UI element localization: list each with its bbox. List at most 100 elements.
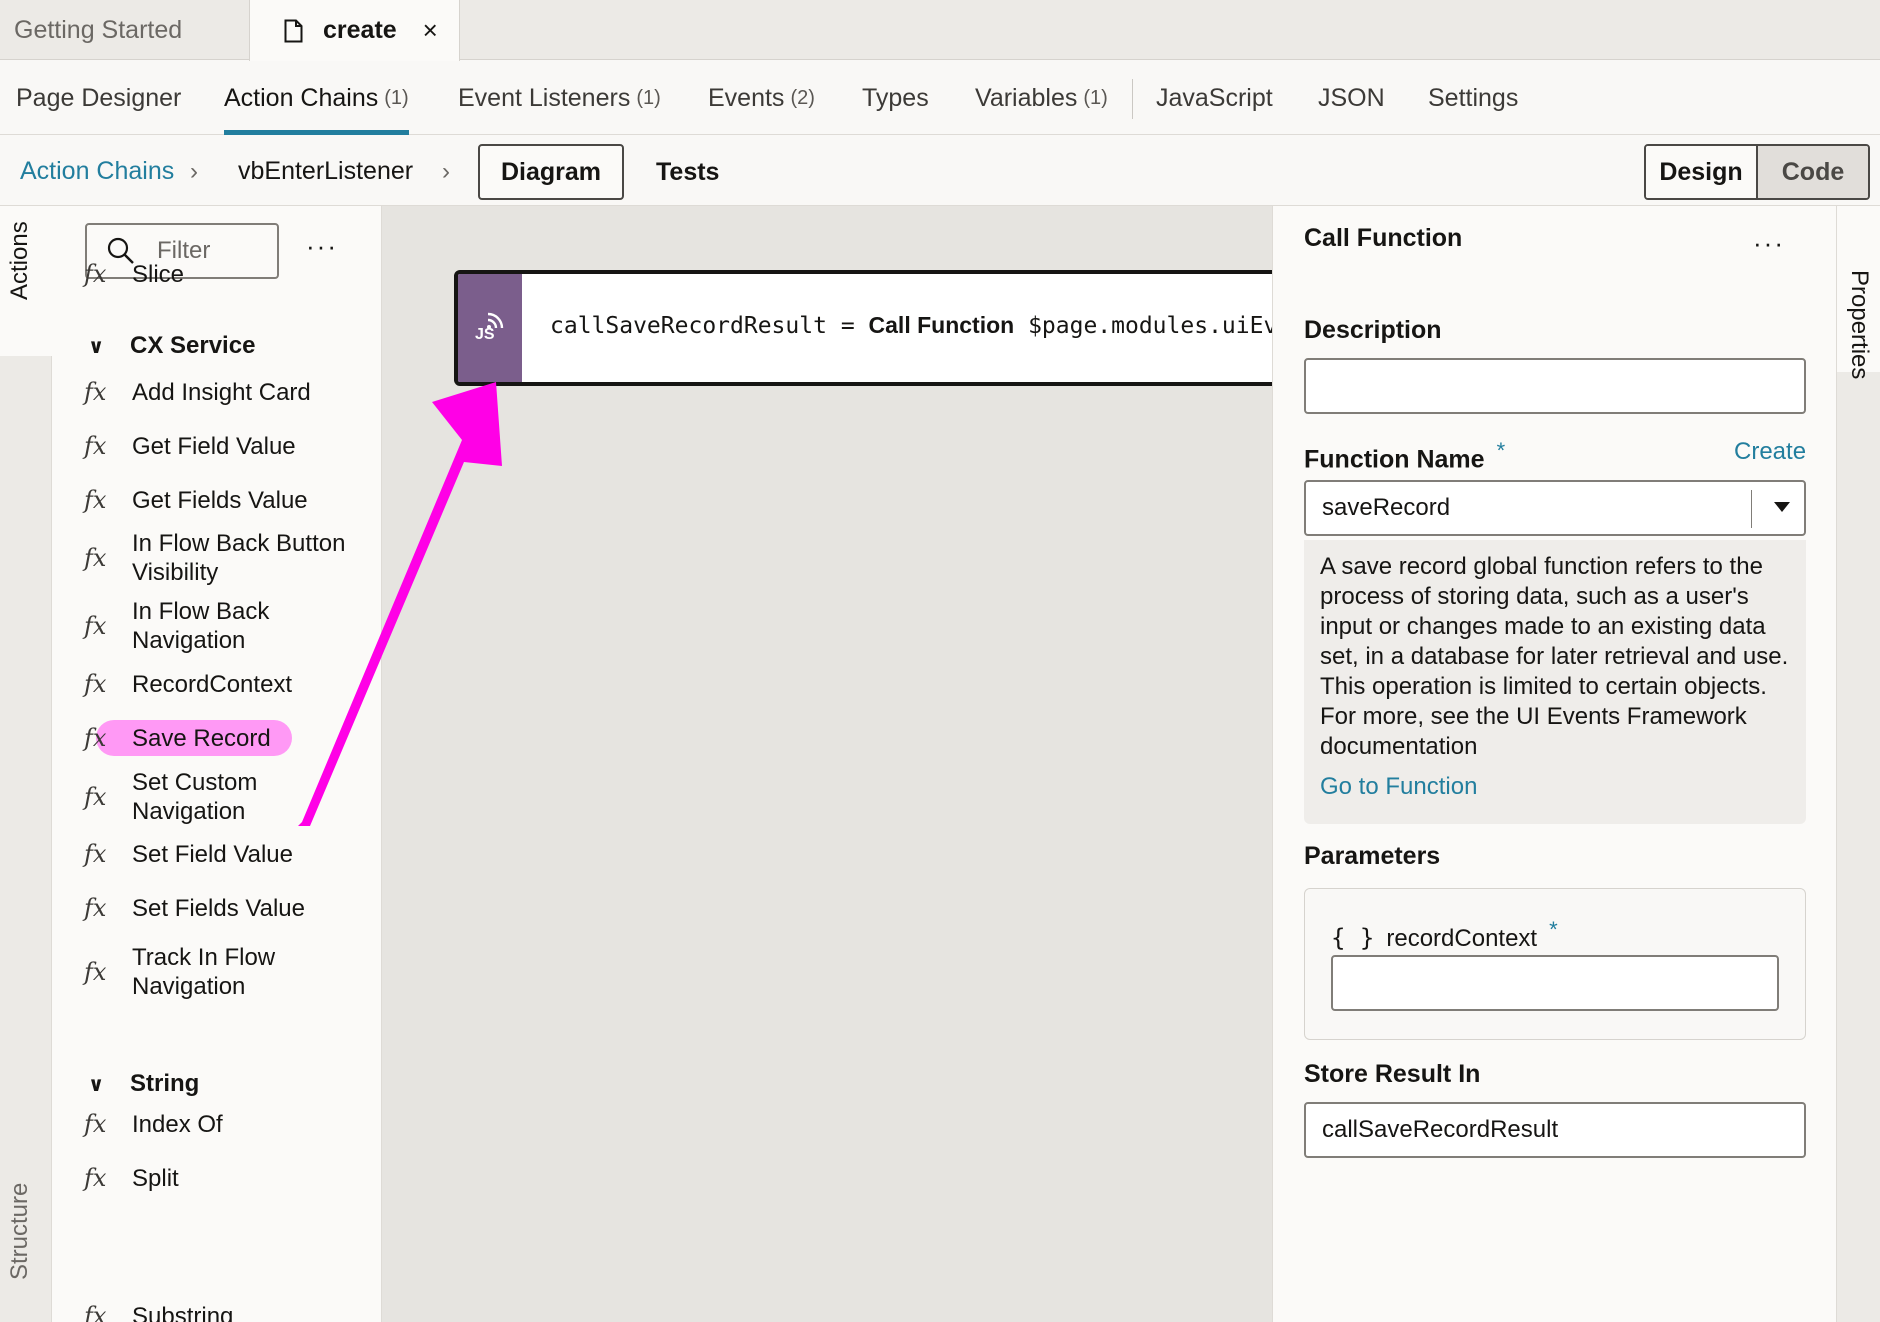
action-item-index-of[interactable]: fx Index Of (84, 1110, 374, 1139)
file-tab-create[interactable]: create × (250, 0, 460, 61)
editor-tab-bar: Page Designer Action Chains (1) Event Lis… (0, 61, 1880, 135)
group-label: String (130, 1070, 200, 1097)
design-code-toggle: Design Code (1644, 144, 1870, 200)
tab-variables[interactable]: Variables (1) (975, 61, 1108, 135)
action-item-track-in-flow-navigation[interactable]: fx Track In Flow Navigation (84, 943, 324, 1001)
rail-tab-properties[interactable]: Properties (1837, 206, 1880, 379)
properties-panel: Call Function ··· Description Function N… (1272, 206, 1836, 1322)
action-item-label: Index Of (132, 1111, 223, 1138)
action-item-in-flow-back-navigation[interactable]: fx In Flow Back Navigation (84, 597, 324, 655)
tab-javascript[interactable]: JavaScript (1156, 61, 1273, 135)
group-label: CX Service (130, 332, 256, 359)
tab-json[interactable]: JSON (1318, 61, 1385, 135)
function-icon: fx (84, 378, 107, 406)
more-options-icon[interactable]: ··· (306, 231, 338, 262)
tab-label: Action Chains (224, 83, 379, 112)
description-input[interactable] (1304, 358, 1806, 414)
tab-label: Settings (1428, 83, 1519, 112)
js-label: JS (475, 326, 495, 343)
panel-title: Call Function (1304, 224, 1463, 252)
node-target: $page.modules.uiEvents (1028, 313, 1272, 339)
right-rail: Properties (1836, 206, 1880, 1322)
function-icon: fx (84, 1164, 107, 1192)
diagram-canvas[interactable]: JS callSaveRecordResult = Call Function … (382, 206, 1272, 1322)
action-item-split[interactable]: fx Split (84, 1164, 374, 1193)
param-name: recordContext (1386, 925, 1538, 952)
action-item-label: In Flow Back Navigation (132, 598, 270, 654)
caret-down-icon[interactable] (1774, 502, 1790, 512)
diagram-button[interactable]: Diagram (478, 144, 624, 200)
tab-action-chains[interactable]: Action Chains (1) (224, 61, 409, 135)
code-button[interactable]: Code (1758, 146, 1868, 198)
tab-label: JSON (1318, 83, 1385, 112)
function-name-value: saveRecord (1322, 494, 1451, 521)
action-item-label: Set Field Value (132, 841, 293, 868)
rail-tab-actions[interactable]: Actions (0, 206, 52, 356)
param-label: { } recordContext * (1331, 917, 1558, 953)
function-icon: fx (84, 957, 107, 986)
tab-count: (2) (790, 86, 815, 109)
more-options-icon[interactable]: ··· (1753, 228, 1785, 259)
tab-event-listeners[interactable]: Event Listeners (1) (458, 61, 661, 135)
breadcrumb-current[interactable]: vbEnterListener (238, 136, 413, 206)
action-item-label: Save Record (132, 725, 271, 752)
action-item-get-field-value[interactable]: fx Get Field Value (84, 432, 374, 461)
action-item-substring[interactable]: fx Substring (84, 1302, 374, 1322)
app-window: Getting Started create × Page Designer A… (0, 0, 1880, 1322)
action-item-set-fields-value[interactable]: fx Set Fields Value (84, 894, 374, 923)
action-item-in-flow-back-button-visibility[interactable]: fx In Flow Back Button Visibility (84, 529, 354, 587)
function-icon: fx (84, 670, 107, 698)
node-action: Call Function (868, 312, 1015, 338)
action-item-add-insight-card[interactable]: fx Add Insight Card (84, 378, 374, 407)
function-name-select[interactable]: saveRecord (1304, 480, 1806, 536)
action-item-get-fields-value[interactable]: fx Get Fields Value (84, 486, 374, 515)
action-item-set-field-value[interactable]: fx Set Field Value (84, 840, 374, 869)
action-item-save-record[interactable]: fx Save Record (84, 720, 374, 756)
go-to-function-link[interactable]: Go to Function (1320, 772, 1790, 802)
action-item-label: Add Insight Card (132, 379, 311, 406)
chevron-right-icon: › (442, 158, 450, 185)
select-divider (1751, 490, 1752, 528)
chevron-right-icon: › (190, 158, 198, 185)
call-function-node[interactable]: JS callSaveRecordResult = Call Function … (454, 270, 1272, 386)
action-item-slice[interactable]: fx Slice (84, 260, 374, 289)
description-label: Description (1304, 316, 1442, 344)
tab-types[interactable]: Types (862, 61, 929, 135)
action-item-recordcontext[interactable]: fx RecordContext (84, 670, 374, 699)
function-icon: fx (84, 432, 107, 460)
left-rail: Actions Structure (0, 206, 52, 1322)
chevron-down-icon: ∨ (88, 1073, 105, 1096)
node-result-var: callSaveRecordResult (550, 313, 827, 339)
chevron-down-icon: ∨ (88, 335, 105, 358)
tab-page-designer[interactable]: Page Designer (16, 61, 181, 135)
tests-button[interactable]: Tests (656, 144, 719, 200)
action-item-label: Split (132, 1165, 179, 1192)
tab-count: (1) (636, 86, 661, 109)
parameters-box: { } recordContext * (1304, 888, 1806, 1040)
action-item-set-custom-navigation[interactable]: fx Set Custom Navigation (84, 768, 324, 826)
function-icon: fx (84, 611, 107, 640)
tab-label: Variables (975, 83, 1078, 112)
action-item-label: Get Fields Value (132, 487, 308, 514)
function-icon: fx (84, 894, 107, 922)
function-name-label-text: Function Name (1304, 445, 1485, 474)
group-header-cx-service[interactable]: ∨ CX Service (88, 332, 255, 360)
action-item-label: Set Custom Navigation (132, 769, 258, 825)
parameters-label: Parameters (1304, 842, 1441, 870)
tab-settings[interactable]: Settings (1428, 61, 1518, 135)
design-button[interactable]: Design (1646, 146, 1758, 198)
create-link[interactable]: Create (1734, 438, 1806, 466)
node-equals: = (840, 313, 855, 339)
function-icon: fx (84, 782, 107, 811)
breadcrumb-action-chains[interactable]: Action Chains (20, 136, 174, 206)
rail-tab-structure[interactable]: Structure (6, 1183, 34, 1280)
close-icon[interactable]: × (423, 15, 438, 46)
action-item-label: RecordContext (132, 671, 293, 698)
file-tab-getting-started[interactable]: Getting Started (0, 0, 250, 61)
tab-events[interactable]: Events (2) (708, 61, 815, 135)
record-context-input[interactable] (1331, 955, 1779, 1011)
group-header-string[interactable]: ∨ String (88, 1070, 199, 1098)
rail-label-actions: Actions (6, 221, 33, 300)
store-result-input[interactable]: callSaveRecordResult (1304, 1102, 1806, 1158)
required-mark: * (1549, 917, 1558, 942)
